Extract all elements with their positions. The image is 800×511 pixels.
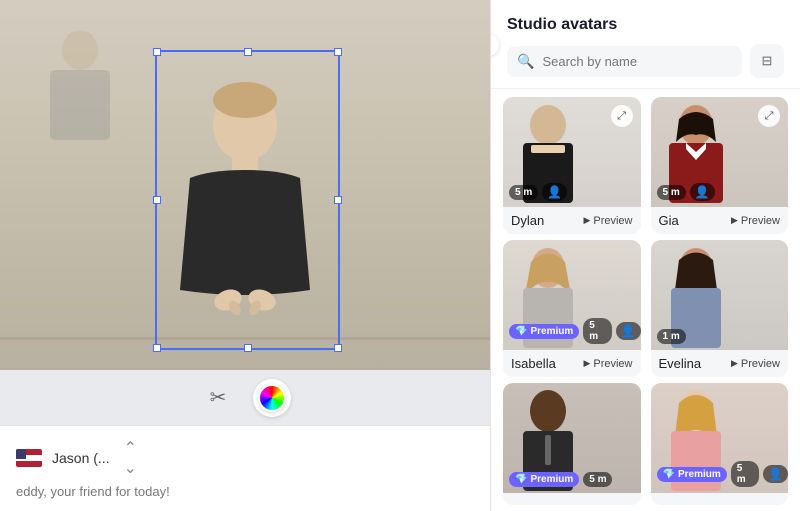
expand-icon: ⤢ [617, 110, 626, 123]
avatar-image-dylan: 5 m 👤 ⤢ [503, 97, 641, 207]
evelina-duration-badge: 1 m [657, 329, 686, 344]
evelina-badges: 1 m [657, 329, 686, 344]
dylan-duration-badge: 5 m [509, 185, 538, 200]
avatar-image-gia: 5 m 👤 ⤢ [651, 97, 789, 207]
m1-name-row [503, 493, 641, 505]
left-panel: ✂ Jason (... ⌃⌄ eddy, your friend for to… [0, 0, 490, 511]
video-area [0, 0, 490, 370]
m1-duration-badge: 5 m [583, 472, 612, 487]
panel-header-wrapper: › Studio avatars 🔍 ⊟ [491, 0, 800, 89]
gia-duration-badge: 5 m [657, 185, 686, 200]
panel-header: Studio avatars 🔍 ⊟ [491, 0, 800, 89]
bg-person [20, 20, 140, 170]
avatar-card-evelina[interactable]: 1 m Evelina ▶ Preview [651, 240, 789, 377]
isabella-badges: 💎 Premium 5 m 👤 [509, 318, 641, 344]
handle-bottom-right[interactable] [334, 344, 342, 352]
voice-selector-row: Jason (... ⌃⌄ [16, 438, 474, 478]
f1-badges: 💎 Premium 5 m 👤 [657, 461, 789, 487]
avatar-card-m1[interactable]: 💎 Premium 5 m [503, 383, 641, 505]
avatar-card-isabella[interactable]: 💎 Premium 5 m 👤 Isabella ▶ Preview [503, 240, 641, 377]
gem-icon: 💎 [515, 326, 527, 337]
avatar-row-1: 5 m 👤 ⤢ Dylan ▶ Preview [503, 97, 788, 234]
evelina-preview-button[interactable]: ▶ Preview [731, 358, 780, 370]
isabella-name: Isabella [511, 356, 556, 371]
evelina-name-row: Evelina ▶ Preview [651, 350, 789, 377]
avatar-selection-box[interactable] [155, 50, 340, 350]
handle-top-mid[interactable] [244, 48, 252, 56]
isabella-name-row: Isabella ▶ Preview [503, 350, 641, 377]
gem-icon: 💎 [515, 474, 527, 485]
expand-icon: ⤢ [765, 110, 774, 123]
stepper-icon[interactable]: ⌃⌄ [124, 438, 137, 478]
right-panel: › Studio avatars 🔍 ⊟ [490, 0, 800, 511]
search-icon: 🔍 [517, 53, 534, 70]
search-input[interactable] [542, 54, 732, 69]
preview-label: Preview [593, 215, 632, 227]
gem-icon: 💎 [663, 469, 675, 480]
play-icon: ▶ [583, 215, 590, 226]
gia-preview-button[interactable]: ▶ Preview [731, 215, 780, 227]
toolbar-row: ✂ [0, 370, 490, 425]
search-row: 🔍 ⊟ [507, 44, 784, 78]
avatar-row-3: 💎 Premium 5 m [503, 383, 788, 505]
avatar-card-gia[interactable]: 5 m 👤 ⤢ Gia ▶ Preview [651, 97, 789, 234]
dylan-badges: 5 m 👤 [509, 183, 567, 201]
dylan-name-row: Dylan ▶ Preview [503, 207, 641, 234]
handle-bottom-left[interactable] [153, 344, 161, 352]
gia-badges: 5 m 👤 [657, 183, 715, 201]
dylan-preview-button[interactable]: ▶ Preview [583, 215, 632, 227]
avatar-card-f1[interactable]: 💎 Premium 5 m 👤 [651, 383, 789, 505]
handle-top-right[interactable] [334, 48, 342, 56]
dylan-name: Dylan [511, 213, 544, 228]
gia-user-badge: 👤 [690, 183, 715, 201]
play-icon: ▶ [731, 358, 738, 369]
filter-button[interactable]: ⊟ [750, 44, 784, 78]
m1-badges: 💎 Premium 5 m [509, 472, 612, 487]
avatar-image-isabella: 💎 Premium 5 m 👤 [503, 240, 641, 350]
script-preview: eddy, your friend for today! [16, 484, 474, 499]
avatar-image-m1: 💎 Premium 5 m [503, 383, 641, 493]
avatar-card-dylan[interactable]: 5 m 👤 ⤢ Dylan ▶ Preview [503, 97, 641, 234]
bottom-bar: Jason (... ⌃⌄ eddy, your friend for toda… [0, 425, 490, 511]
search-box: 🔍 [507, 46, 742, 77]
isabella-user-badge: 👤 [616, 322, 641, 340]
handle-top-left[interactable] [153, 48, 161, 56]
avatar-row-2: 💎 Premium 5 m 👤 Isabella ▶ Preview [503, 240, 788, 377]
handle-left-mid[interactable] [153, 196, 161, 204]
preview-label: Preview [741, 358, 780, 370]
m1-premium-badge: 💎 Premium [509, 472, 579, 487]
f1-name-row [651, 493, 789, 505]
isabella-premium-badge: 💎 Premium [509, 324, 579, 339]
colorwheel-button[interactable] [253, 379, 291, 417]
avatar-image-f1: 💎 Premium 5 m 👤 [651, 383, 789, 493]
gia-name-row: Gia ▶ Preview [651, 207, 789, 234]
handle-right-mid[interactable] [334, 196, 342, 204]
f1-user-badge: 👤 [763, 465, 788, 483]
filter-icon: ⊟ [762, 53, 773, 69]
preview-label: Preview [741, 215, 780, 227]
scissors-button[interactable]: ✂ [199, 379, 237, 417]
avatars-grid: 5 m 👤 ⤢ Dylan ▶ Preview [491, 89, 800, 511]
preview-label: Preview [593, 358, 632, 370]
flag-icon [16, 449, 42, 467]
play-icon: ▶ [731, 215, 738, 226]
dylan-user-badge: 👤 [542, 183, 567, 201]
dylan-expand-button[interactable]: ⤢ [611, 105, 633, 127]
gia-expand-button[interactable]: ⤢ [758, 105, 780, 127]
play-icon: ▶ [583, 358, 590, 369]
isabella-duration-badge: 5 m [583, 318, 611, 344]
f1-premium-badge: 💎 Premium [657, 467, 727, 482]
handle-bottom-mid[interactable] [244, 344, 252, 352]
avatar-image-evelina: 1 m [651, 240, 789, 350]
color-wheel-icon [258, 384, 286, 412]
isabella-preview-button[interactable]: ▶ Preview [583, 358, 632, 370]
gia-name: Gia [659, 213, 679, 228]
f1-duration-badge: 5 m [731, 461, 759, 487]
evelina-name: Evelina [659, 356, 702, 371]
panel-title: Studio avatars [507, 16, 784, 34]
voice-name: Jason (... [52, 450, 110, 466]
